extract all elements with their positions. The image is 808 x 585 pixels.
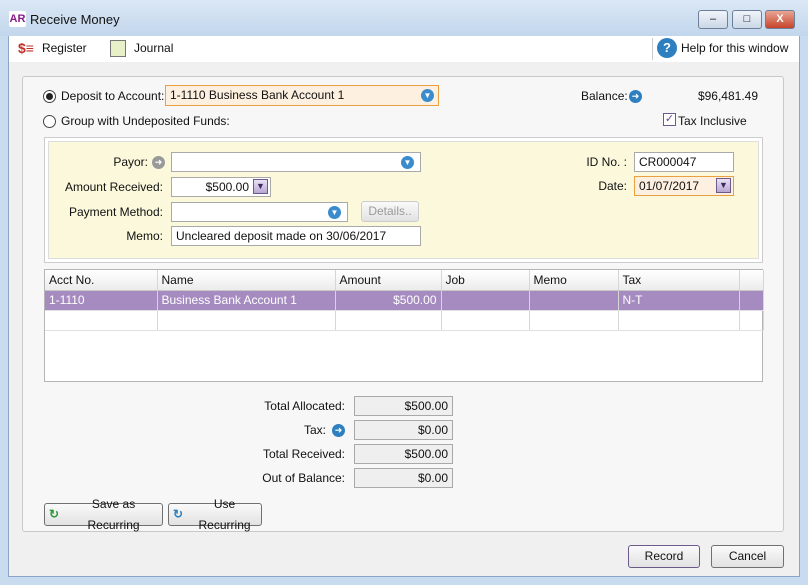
date-label: Date: <box>598 179 627 193</box>
cell-memo[interactable] <box>529 290 619 311</box>
total-allocated-value: $500.00 <box>354 396 453 416</box>
allocation-table: Acct No. Name Amount Job Memo Tax 1-1110… <box>44 269 764 382</box>
tax-inclusive-checkbox[interactable]: ✓ <box>663 113 676 126</box>
total-allocated-label: Total Allocated: <box>264 399 345 413</box>
save-recurring-icon: ↻ <box>49 507 60 521</box>
group-undeposited-label: Group with Undeposited Funds: <box>61 114 230 128</box>
journal-icon <box>110 39 126 57</box>
cell-tax[interactable]: N-T <box>618 290 740 311</box>
minimize-button[interactable]: – <box>698 10 728 29</box>
date-value: 01/07/2017 <box>639 179 700 193</box>
id-no-field[interactable]: CR000047 <box>634 152 734 172</box>
app-badge-icon: AR <box>9 11 26 27</box>
cell-extra <box>739 290 764 311</box>
group-undeposited-radio[interactable] <box>43 115 56 128</box>
balance-value: $96,481.49 <box>697 89 758 103</box>
cell-acct[interactable]: 1-1110 <box>45 290 158 311</box>
table-header: Acct No. Name Amount Job Memo Tax <box>45 270 764 291</box>
amount-received-field[interactable]: $500.00 ▼ <box>171 177 271 197</box>
help-button[interactable]: ? Help for this window <box>657 37 788 59</box>
out-of-balance-label: Out of Balance: <box>262 471 345 485</box>
column-header <box>739 270 764 291</box>
register-button[interactable]: $≡ Register <box>18 38 87 58</box>
cell-job[interactable] <box>441 290 530 311</box>
journal-button[interactable]: Journal <box>110 38 173 58</box>
tax-arrow-icon[interactable]: ➜ <box>332 424 345 437</box>
column-header[interactable]: Memo <box>529 270 619 291</box>
details-button[interactable]: Details.. <box>361 201 419 222</box>
table-row[interactable]: 1-1110 Business Bank Account 1 $500.00 N… <box>45 290 764 311</box>
chevron-down-icon: ▼ <box>401 156 414 169</box>
amount-received-label: Amount Received: <box>64 180 163 194</box>
deposit-radio[interactable] <box>43 90 56 103</box>
column-header[interactable]: Tax <box>618 270 740 291</box>
window-title: Receive Money <box>30 12 120 27</box>
deposit-account-value: 1-1110 Business Bank Account 1 <box>170 88 345 102</box>
payor-arrow-icon[interactable]: ➜ <box>152 156 165 169</box>
column-header[interactable]: Job <box>441 270 530 291</box>
register-label: Register <box>41 41 87 55</box>
use-recurring-label: Use Recurring <box>198 496 251 532</box>
use-recurring-button[interactable]: ↻ Use Recurring <box>168 497 262 532</box>
chevron-down-icon: ▼ <box>328 206 341 219</box>
help-label: Help for this window <box>681 41 789 55</box>
memo-field[interactable]: Uncleared deposit made on 30/06/2017 <box>171 226 421 246</box>
use-recurring-icon: ↻ <box>173 507 184 521</box>
total-received-label: Total Received: <box>262 447 345 461</box>
tax-inclusive-label: Tax Inclusive <box>678 114 747 128</box>
date-field[interactable]: 01/07/2017 ▼ <box>634 176 734 196</box>
memo-label: Memo: <box>126 229 163 243</box>
save-as-recurring-button[interactable]: ↻ Save as Recurring <box>44 497 163 532</box>
journal-label: Journal <box>134 41 174 55</box>
register-icon: $≡ <box>18 40 34 56</box>
balance-label: Balance: <box>581 89 628 103</box>
column-header[interactable]: Amount <box>335 270 442 291</box>
id-no-label: ID No. : <box>586 155 627 169</box>
table-row-empty[interactable] <box>45 310 764 331</box>
balance-arrow-icon[interactable]: ➜ <box>629 90 642 103</box>
out-of-balance-value: $0.00 <box>354 468 453 488</box>
cell-amount[interactable]: $500.00 <box>335 290 442 311</box>
payment-method-dropdown[interactable]: ▼ <box>171 202 348 222</box>
deposit-label: Deposit to Account: <box>61 89 165 103</box>
help-icon: ? <box>657 38 677 58</box>
maximize-button[interactable]: □ <box>732 10 762 29</box>
tax-value: $0.00 <box>354 420 453 440</box>
payment-method-label: Payment Method: <box>68 205 163 219</box>
toolbar-divider <box>652 38 653 60</box>
amount-received-value: $500.00 <box>205 180 249 194</box>
title-bar <box>0 0 808 36</box>
cell-name[interactable]: Business Bank Account 1 <box>157 290 336 311</box>
column-header[interactable]: Acct No. <box>45 270 158 291</box>
calendar-dropdown-icon[interactable]: ▼ <box>716 178 731 193</box>
column-header[interactable]: Name <box>157 270 336 291</box>
close-button[interactable]: X <box>765 10 795 29</box>
chevron-down-icon: ▼ <box>421 89 434 102</box>
record-button[interactable]: Record <box>628 545 700 568</box>
cancel-button[interactable]: Cancel <box>711 545 784 568</box>
total-received-value: $500.00 <box>354 444 453 464</box>
calculator-dropdown-icon[interactable]: ▼ <box>253 179 268 194</box>
deposit-account-dropdown[interactable]: 1-1110 Business Bank Account 1 ▼ <box>165 85 439 106</box>
tax-label: Tax: <box>303 423 326 437</box>
payor-label: Payor: <box>113 155 148 169</box>
save-recurring-label: Save as Recurring <box>87 496 140 532</box>
payor-dropdown[interactable]: ▼ <box>171 152 421 172</box>
